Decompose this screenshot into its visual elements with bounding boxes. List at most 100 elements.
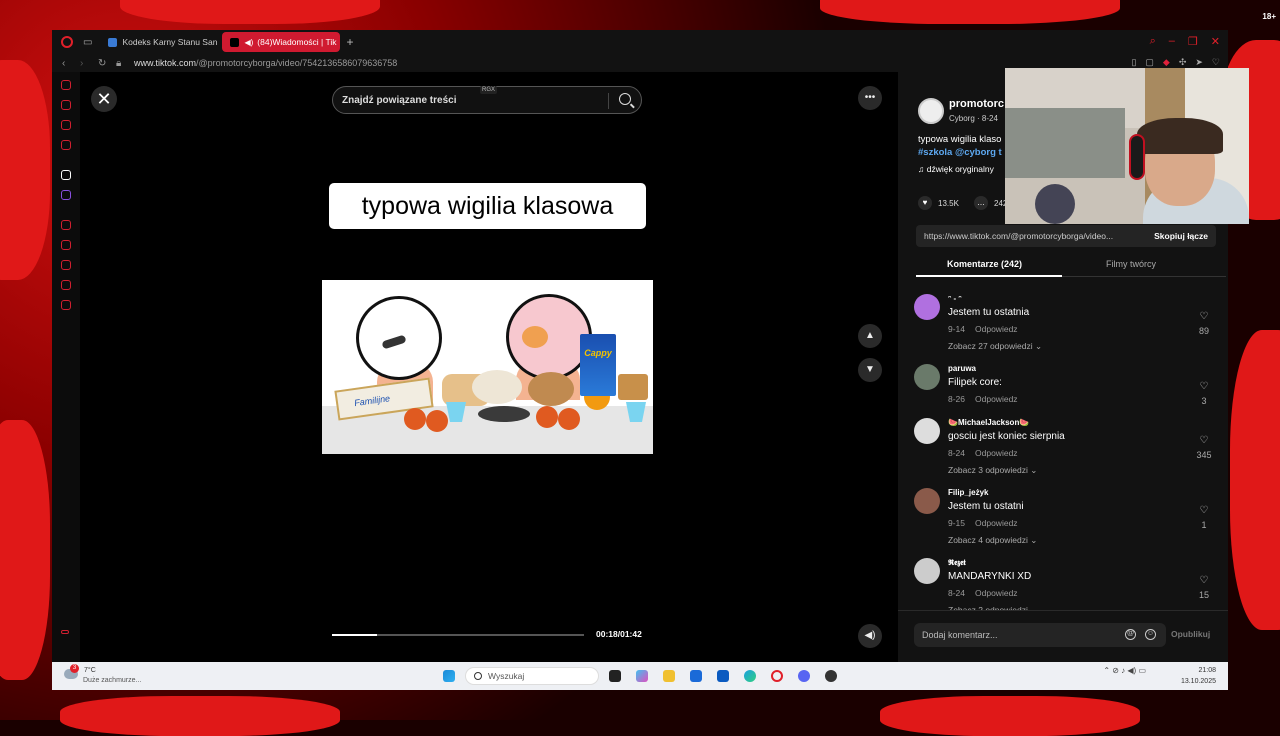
- heart-outline-icon: ♡: [1200, 435, 1209, 446]
- sidebar-games-icon[interactable]: [61, 100, 71, 110]
- tab-comments[interactable]: Komentarze (242): [947, 259, 1022, 269]
- comment-like-count: 3: [1194, 396, 1214, 406]
- author-avatar[interactable]: [918, 98, 944, 124]
- juice-carton: Cappy: [580, 334, 616, 396]
- volume-button[interactable]: ◀): [858, 624, 882, 648]
- snapshot-icon[interactable]: ▢: [1145, 57, 1154, 68]
- view-replies-button[interactable]: Zobacz 27 odpowiedzi ⌄: [948, 341, 1042, 352]
- commenter-avatar[interactable]: [914, 418, 940, 444]
- comment-input[interactable]: Dodaj komentarz... @ ☺: [914, 623, 1166, 647]
- commenter-avatar[interactable]: [914, 558, 940, 584]
- comment-date: 8-24: [948, 588, 965, 598]
- comment-meta: 8-24Odpowiedz: [948, 448, 1018, 458]
- share-icon[interactable]: ➤: [1195, 57, 1203, 68]
- likes-stat[interactable]: ♥ 13.5K: [918, 196, 959, 210]
- comment-composer: Dodaj komentarz... @ ☺ Opublikuj: [898, 610, 1228, 662]
- commenter-avatar[interactable]: [914, 488, 940, 514]
- outlook-icon[interactable]: [717, 670, 729, 682]
- sidebar-settings-icon[interactable]: [61, 300, 71, 310]
- search-tabs-icon[interactable]: ⌕: [1150, 35, 1156, 48]
- sidebar-history-icon[interactable]: [61, 80, 71, 90]
- reply-button[interactable]: Odpowiedz: [975, 394, 1018, 404]
- panel-tabs: Komentarze (242) Filmy twórcy: [916, 253, 1226, 277]
- tray-icons[interactable]: ⌃ ⊘ ♪ ◀) ▭: [1103, 666, 1146, 675]
- maximize-button[interactable]: ❐: [1188, 35, 1198, 48]
- comment-like[interactable]: ♡1: [1194, 500, 1214, 530]
- sidebar-more-icon[interactable]: [61, 630, 69, 634]
- comments-stat[interactable]: … 242: [974, 196, 1007, 210]
- back-icon[interactable]: ‹: [62, 58, 70, 69]
- minimize-button[interactable]: –: [1169, 35, 1175, 48]
- comment-meta: 8-26Odpowiedz: [948, 394, 1018, 404]
- copy-link-button[interactable]: Skopiuj łącze: [1154, 231, 1208, 241]
- commenter-name[interactable]: ᵔ - ᵔ: [948, 294, 962, 303]
- sidebar-messenger-icon[interactable]: [61, 120, 71, 130]
- tab-kodeks[interactable]: Kodeks Karny Stanu San: [100, 32, 218, 52]
- sidebar-music-icon[interactable]: [61, 220, 71, 230]
- commenter-name[interactable]: 𝕽𝖊𝖟𝖊𝖙: [948, 558, 966, 568]
- sound-link[interactable]: ♫ dźwięk oryginalny: [918, 164, 994, 174]
- opera-logo-icon[interactable]: [61, 36, 73, 48]
- store-icon[interactable]: [690, 670, 702, 682]
- taskbar-search[interactable]: Wyszukaj: [465, 667, 599, 685]
- sidebar-tiktok-icon[interactable]: [61, 170, 71, 180]
- mention-icon[interactable]: @: [1125, 629, 1136, 640]
- reply-button[interactable]: Odpowiedz: [975, 324, 1018, 334]
- heart-icon[interactable]: ♡: [1212, 57, 1220, 68]
- tab-creator-videos[interactable]: Filmy twórcy: [1106, 259, 1156, 269]
- sidebar-twitch-icon[interactable]: [61, 190, 71, 200]
- forward-icon[interactable]: ›: [80, 58, 88, 69]
- close-window-button[interactable]: ✕: [1211, 35, 1220, 48]
- comment-like[interactable]: ♡15: [1194, 570, 1214, 600]
- comment-like-count: 1: [1194, 520, 1214, 530]
- reply-button[interactable]: Odpowiedz: [975, 518, 1018, 528]
- video-progress-bar[interactable]: [332, 634, 584, 636]
- post-comment-button[interactable]: Opublikuj: [1171, 629, 1210, 639]
- video-tags[interactable]: #szkola @cyborg t: [918, 147, 1002, 158]
- commenter-name[interactable]: paruwa: [948, 364, 976, 373]
- file-explorer-icon[interactable]: [663, 670, 675, 682]
- commenter-name[interactable]: Filip_jeżyk: [948, 488, 988, 497]
- commenter-avatar[interactable]: [914, 294, 940, 320]
- bookmark-icon[interactable]: ▯: [1131, 57, 1136, 68]
- author-name[interactable]: promotorc: [949, 98, 1004, 110]
- sidebar-clock-icon[interactable]: [61, 240, 71, 250]
- next-video-button[interactable]: ▼: [858, 358, 882, 382]
- opera-icon[interactable]: [771, 670, 783, 682]
- start-icon[interactable]: [443, 670, 455, 682]
- close-video-button[interactable]: ✕: [91, 86, 117, 112]
- video-player[interactable]: typowa wigilia klasowa Familijne: [322, 72, 653, 662]
- new-tab-button[interactable]: +: [346, 35, 353, 49]
- system-tray[interactable]: ⌃ ⊘ ♪ ◀) ▭ 21:08 13.10.2025: [1103, 665, 1216, 677]
- search-icon[interactable]: [619, 93, 631, 105]
- tab-tiktok[interactable]: ◀) (84)Wiadomości | Tik: [222, 32, 340, 52]
- comment-like[interactable]: ♡3: [1194, 376, 1214, 406]
- edge-icon[interactable]: [744, 670, 756, 682]
- comment-like[interactable]: ♡345: [1194, 430, 1214, 460]
- heart-outline-icon: ♡: [1200, 505, 1209, 516]
- sidebar-download-icon[interactable]: [61, 260, 71, 270]
- view-replies-button[interactable]: Zobacz 4 odpowiedzi ⌄: [948, 535, 1037, 546]
- reply-button[interactable]: Odpowiedz: [975, 448, 1018, 458]
- reload-icon[interactable]: ↻: [98, 58, 106, 69]
- reply-button[interactable]: Odpowiedz: [975, 588, 1018, 598]
- comment-like[interactable]: ♡89: [1194, 306, 1214, 336]
- tab-menu-icon[interactable]: ▭: [83, 37, 92, 48]
- copilot-icon[interactable]: [636, 670, 648, 682]
- shield-icon[interactable]: ◆: [1163, 57, 1170, 68]
- previous-video-button[interactable]: ▲: [858, 324, 882, 348]
- sidebar-whatsapp-icon[interactable]: [61, 140, 71, 150]
- view-replies-button[interactable]: Zobacz 3 odpowiedzi ⌄: [948, 465, 1037, 476]
- emoji-icon[interactable]: ☺: [1145, 629, 1156, 640]
- comment-icon: …: [974, 196, 988, 210]
- steam-icon[interactable]: [825, 670, 837, 682]
- weather-condition: Duże zachmurze...: [83, 677, 141, 684]
- commenter-name[interactable]: 🍉MichaelJackson🍉: [948, 418, 1029, 427]
- sidebar-pin-icon[interactable]: [61, 280, 71, 290]
- commenter-avatar[interactable]: [914, 364, 940, 390]
- extensions-icon[interactable]: ✣: [1179, 57, 1187, 68]
- more-options-button[interactable]: •••: [858, 86, 882, 110]
- task-view-icon[interactable]: [609, 670, 621, 682]
- url-field[interactable]: www.tiktok.com/@promotorcyborga/video/75…: [134, 58, 397, 68]
- discord-icon[interactable]: [798, 670, 810, 682]
